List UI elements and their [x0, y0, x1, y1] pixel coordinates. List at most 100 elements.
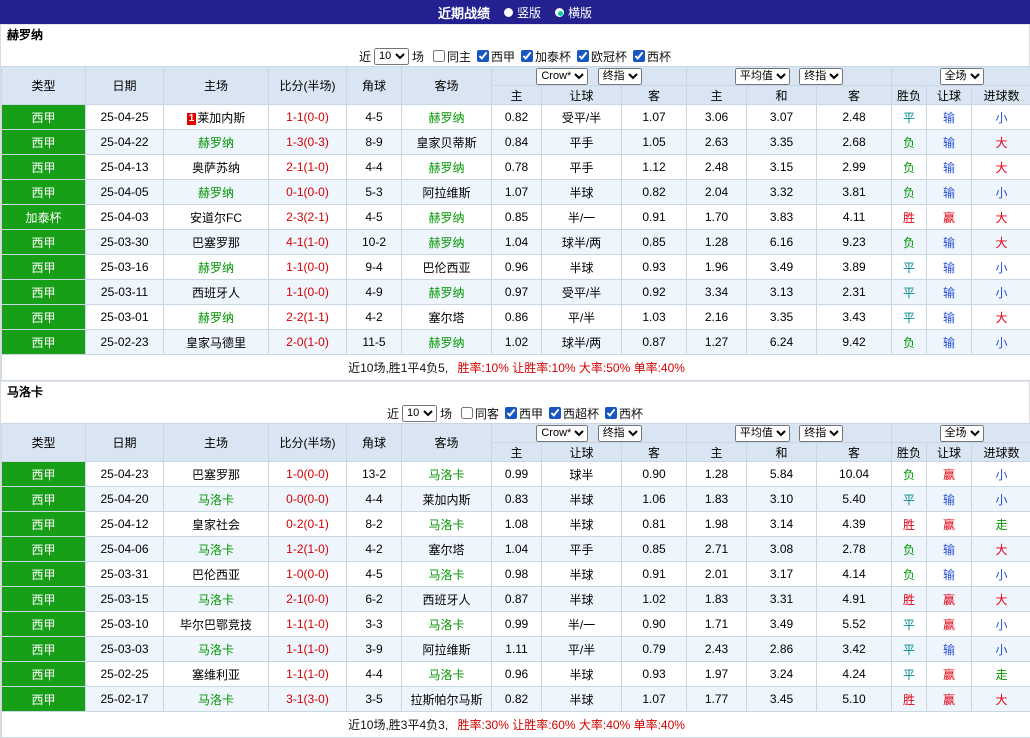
fulltime-select[interactable]: 全场	[940, 68, 984, 85]
match-row: 西甲25-04-20马洛卡0-0(0-0)4-4莱加内斯0.83半球1.061.…	[2, 487, 1030, 512]
home-team-cell: 巴塞罗那	[164, 230, 269, 255]
handicap-line-cell: 平/半	[542, 637, 622, 662]
avg-draw-odds-cell: 3.35	[747, 305, 817, 330]
home-team-cell: 马洛卡	[164, 587, 269, 612]
col-header-date: 日期	[86, 424, 164, 462]
radio-label: 横版	[568, 4, 592, 21]
checkbox-input[interactable]	[549, 407, 561, 419]
results-table: 类型 日期 主场 比分(半场) 角球 客场 Crow* 终指 平均值 终指	[1, 66, 1030, 381]
checkbox-input[interactable]	[505, 407, 517, 419]
avg-away-odds-cell: 4.39	[817, 512, 892, 537]
away-team-cell: 阿拉维斯	[402, 180, 492, 205]
home-odds-cell: 1.04	[492, 230, 542, 255]
away-team-cell: 赫罗纳	[402, 105, 492, 130]
filter-checkbox[interactable]: 同主	[433, 48, 471, 65]
score-cell: 4-1(1-0)	[269, 230, 347, 255]
date-cell: 25-02-23	[86, 330, 164, 355]
home-team-cell: 赫罗纳	[164, 130, 269, 155]
checkbox-input[interactable]	[633, 50, 645, 62]
match-row: 西甲25-03-31巴伦西亚1-0(0-0)4-5马洛卡0.98半球0.912.…	[2, 562, 1030, 587]
league-cell: 西甲	[2, 487, 86, 512]
summary-prefix: 近10场,胜1平4负5,	[348, 361, 448, 375]
recent-results-page: 近期战绩 竖版 横版 赫罗纳 近 10 场 同主西甲加泰杯欧冠杯西杯	[0, 0, 1030, 738]
score-cell: 0-0(0-0)	[269, 487, 347, 512]
away-odds-cell: 0.91	[622, 205, 687, 230]
summary-row: 近10场,胜1平4负5, 胜率:10% 让胜率:10% 大率:50% 单率:40…	[2, 355, 1030, 381]
home-odds-cell: 1.11	[492, 637, 542, 662]
bookmaker-select[interactable]: Crow*	[536, 425, 588, 442]
avg-stage-select[interactable]: 终指	[799, 425, 843, 442]
average-select[interactable]: 平均值	[735, 425, 790, 442]
checkbox-input[interactable]	[521, 50, 533, 62]
league-cell: 西甲	[2, 587, 86, 612]
odds-stage-select[interactable]: 终指	[598, 68, 642, 85]
goals-result-cell: 小	[972, 105, 1030, 130]
filter-checkbox[interactable]: 西甲	[505, 405, 543, 422]
filter-bar: 近 10 场 同主西甲加泰杯欧冠杯西杯	[1, 46, 1029, 66]
average-select[interactable]: 平均值	[735, 68, 790, 85]
odds-group-header: Crow* 终指	[492, 424, 687, 443]
filter-checkbox[interactable]: 西杯	[633, 48, 671, 65]
outcome-result-cell: 负	[892, 155, 927, 180]
corner-cell: 9-4	[347, 255, 402, 280]
sub-header-outcome: 胜负	[892, 86, 927, 105]
home-team-cell: 马洛卡	[164, 637, 269, 662]
avg-stage-select[interactable]: 终指	[799, 68, 843, 85]
handicap-line-cell: 球半/两	[542, 330, 622, 355]
avg-home-odds-cell: 1.71	[687, 612, 747, 637]
avg-group-header: 平均值 终指	[687, 424, 892, 443]
home-team-cell: 西班牙人	[164, 280, 269, 305]
league-cell: 西甲	[2, 230, 86, 255]
fulltime-select[interactable]: 全场	[940, 425, 984, 442]
filter-checkbox[interactable]: 加泰杯	[521, 48, 571, 65]
col-header-score: 比分(半场)	[269, 424, 347, 462]
match-row: 西甲25-04-251莱加内斯1-1(0-0)4-5赫罗纳0.82受平/半1.0…	[2, 105, 1030, 130]
outcome-result-cell: 负	[892, 330, 927, 355]
filter-checkbox[interactable]: 西甲	[477, 48, 515, 65]
filter-checkbox[interactable]: 西超杯	[549, 405, 599, 422]
sub-header-home-odds: 主	[492, 86, 542, 105]
results-table: 类型 日期 主场 比分(半场) 角球 客场 Crow* 终指 平均值 终指	[1, 423, 1030, 738]
handicap-result-cell: 输	[927, 487, 972, 512]
home-odds-cell: 0.85	[492, 205, 542, 230]
home-odds-cell: 0.96	[492, 662, 542, 687]
handicap-line-cell: 半球	[542, 662, 622, 687]
score-cell: 2-2(1-1)	[269, 305, 347, 330]
score-cell: 1-1(0-0)	[269, 255, 347, 280]
league-cell: 西甲	[2, 462, 86, 487]
odds-stage-select[interactable]: 终指	[598, 425, 642, 442]
outcome-result-cell: 负	[892, 230, 927, 255]
away-team-cell: 巴伦西亚	[402, 255, 492, 280]
checkbox-input[interactable]	[461, 407, 473, 419]
section-girona: 赫罗纳 近 10 场 同主西甲加泰杯欧冠杯西杯 类型 日期 主场 比分(半场) …	[0, 24, 1030, 381]
avg-draw-odds-cell: 3.83	[747, 205, 817, 230]
filter-checkboxes: 同主西甲加泰杯欧冠杯西杯	[427, 48, 671, 65]
match-rows: 西甲25-04-251莱加内斯1-1(0-0)4-5赫罗纳0.82受平/半1.0…	[2, 105, 1030, 355]
handicap-line-cell: 半球	[542, 255, 622, 280]
radio-vertical-layout[interactable]: 竖版	[504, 4, 541, 21]
away-odds-cell: 1.06	[622, 487, 687, 512]
odds-group-header: Crow* 终指	[492, 67, 687, 86]
avg-away-odds-cell: 2.78	[817, 537, 892, 562]
filter-checkbox[interactable]: 同客	[461, 405, 499, 422]
score-cell: 2-0(1-0)	[269, 330, 347, 355]
home-odds-cell: 1.08	[492, 512, 542, 537]
col-header-home: 主场	[164, 424, 269, 462]
outcome-result-cell: 负	[892, 462, 927, 487]
sub-header-handicap-result: 让球	[927, 86, 972, 105]
recent-count-select[interactable]: 10	[374, 48, 409, 65]
checkbox-input[interactable]	[433, 50, 445, 62]
filter-checkbox[interactable]: 西杯	[605, 405, 643, 422]
filter-prefix: 近	[387, 405, 399, 422]
checkbox-input[interactable]	[577, 50, 589, 62]
checkbox-input[interactable]	[477, 50, 489, 62]
away-odds-cell: 0.93	[622, 662, 687, 687]
handicap-line-cell: 球半/两	[542, 230, 622, 255]
bookmaker-select[interactable]: Crow*	[536, 68, 588, 85]
checkbox-input[interactable]	[605, 407, 617, 419]
outcome-result-cell: 负	[892, 562, 927, 587]
filter-checkbox[interactable]: 欧冠杯	[577, 48, 627, 65]
league-cell: 西甲	[2, 155, 86, 180]
recent-count-select[interactable]: 10	[402, 405, 437, 422]
radio-horizontal-layout[interactable]: 横版	[555, 4, 592, 21]
